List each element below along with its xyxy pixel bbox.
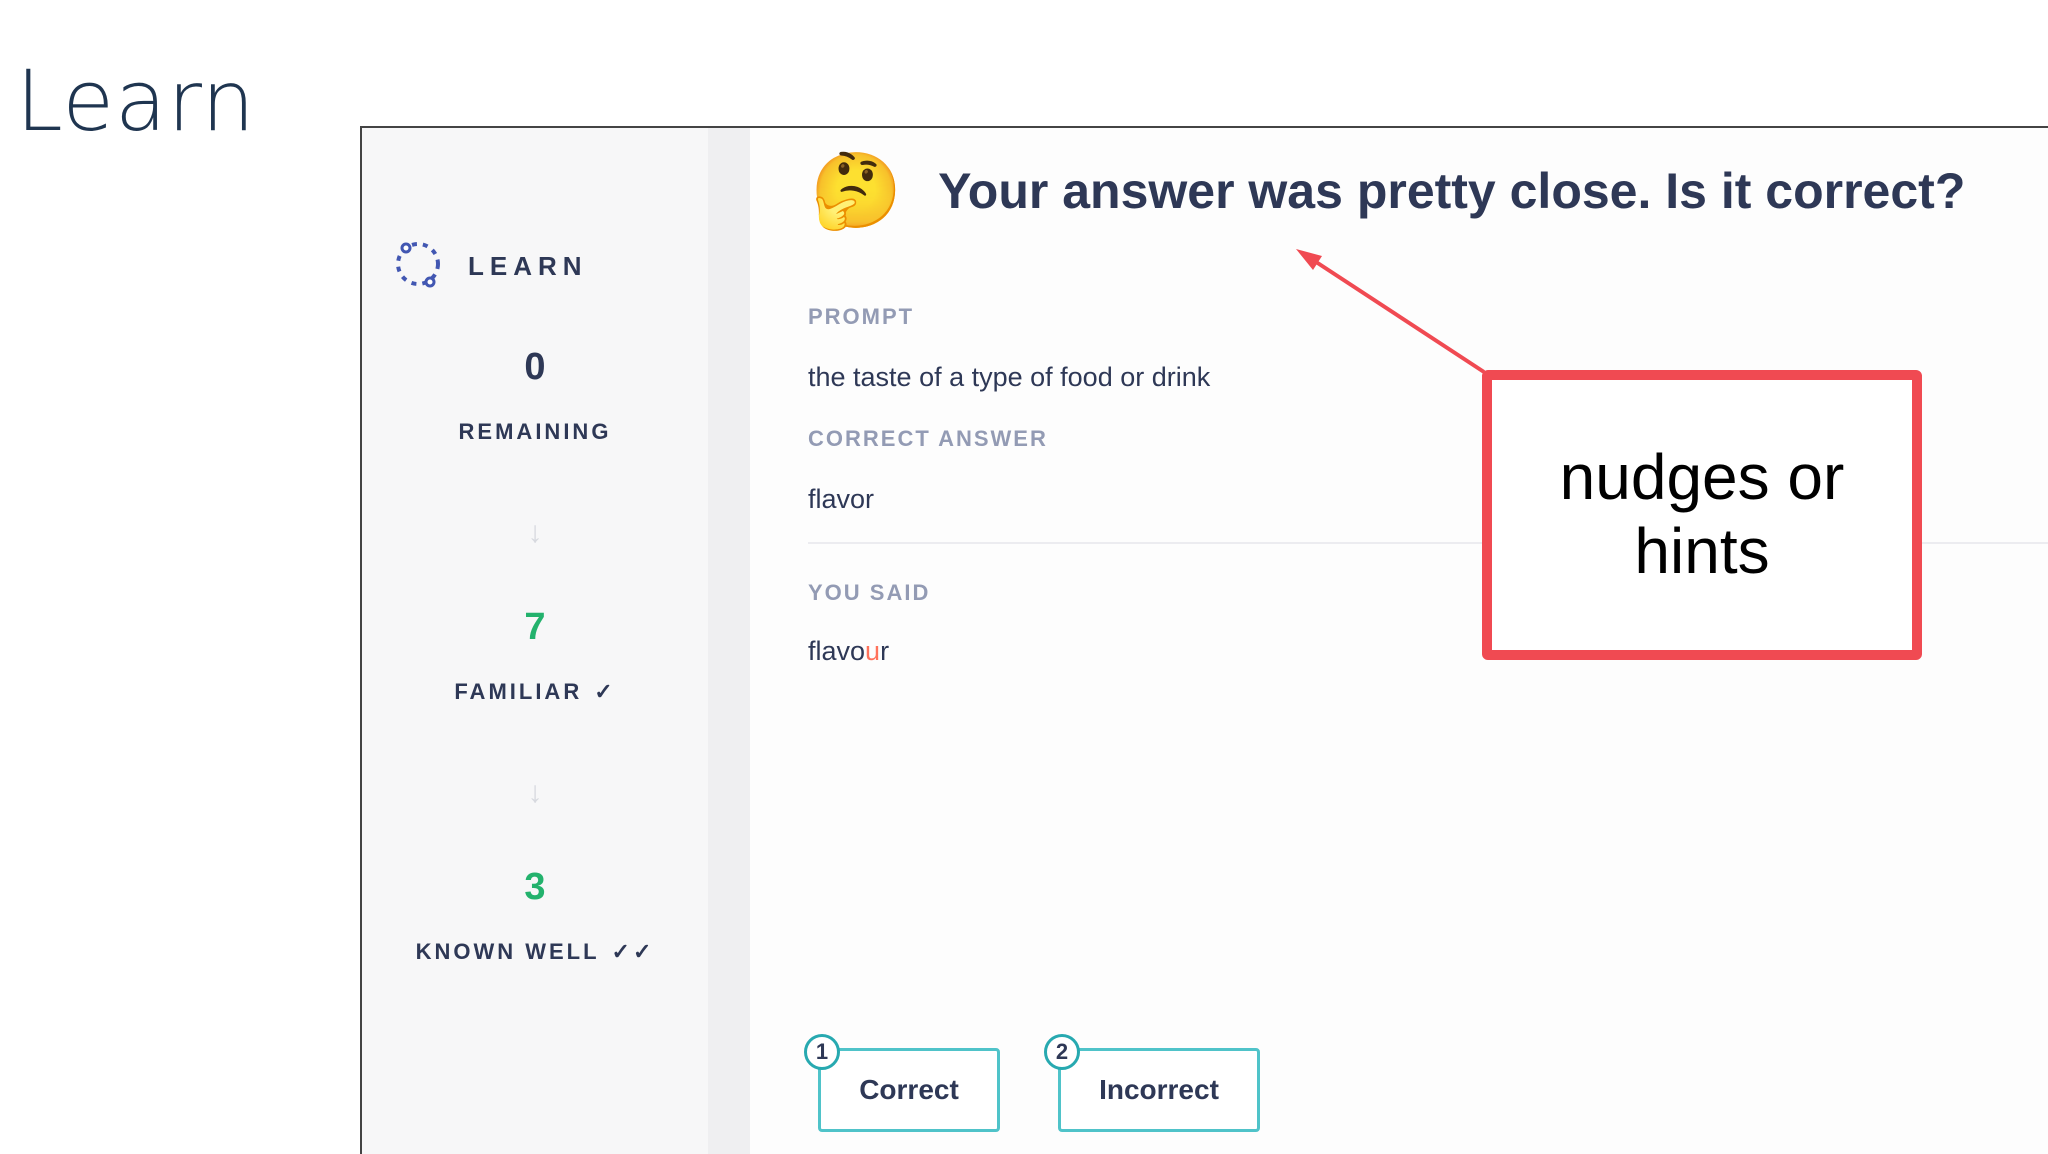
- slide-title: Learn: [16, 52, 256, 150]
- prompt-text: the taste of a type of food or drink: [808, 362, 1211, 392]
- learn-mode-label: LEARN: [468, 251, 588, 281]
- feedback-header: 🤔 Your answer was pretty close. Is it co…: [810, 154, 1965, 228]
- arrow-down-icon: ↓: [527, 776, 543, 809]
- arrow-down-icon: ↓: [527, 516, 543, 549]
- remaining-label: REMAINING: [458, 419, 612, 444]
- familiar-stat: 7 FAMILIAR ✓: [362, 606, 708, 705]
- prompt-label: PROMPT: [808, 304, 915, 329]
- incorrect-button[interactable]: Incorrect: [1058, 1048, 1260, 1132]
- familiar-label: FAMILIAR: [454, 679, 583, 704]
- learn-mode-header: LEARN: [390, 236, 588, 297]
- check-icon: ✓: [594, 679, 616, 704]
- remaining-stat: 0 REMAINING: [362, 346, 708, 445]
- incorrect-button-label: Incorrect: [1099, 1074, 1219, 1105]
- remaining-count: 0: [524, 346, 546, 388]
- annotation-callout: nudges or hints: [1482, 370, 1922, 660]
- double-check-icon: ✓✓: [611, 939, 655, 964]
- sidebar-gutter: [708, 128, 750, 1154]
- known-well-label: KNOWN WELL: [415, 939, 600, 964]
- you-said-suffix: r: [880, 636, 890, 666]
- feedback-headline: Your answer was pretty close. Is it corr…: [938, 163, 1966, 219]
- annotation-text: nudges or hints: [1559, 441, 1845, 587]
- dotted-circle-icon: [390, 236, 446, 297]
- you-said-difference: u: [865, 636, 881, 666]
- correct-button[interactable]: Correct: [818, 1048, 1000, 1132]
- you-said-text: flavour: [808, 636, 889, 667]
- known-well-count: 3: [524, 866, 546, 908]
- you-said-label: YOU SAID: [808, 580, 931, 605]
- known-well-stat: 3 KNOWN WELL ✓✓: [362, 866, 708, 965]
- correct-button-label: Correct: [859, 1074, 959, 1105]
- shortcut-badge-1: 1: [804, 1034, 840, 1070]
- you-said-prefix: flavo: [808, 636, 866, 666]
- shortcut-badge-2: 2: [1044, 1034, 1080, 1070]
- progress-sidebar: LEARN 0 REMAINING ↓ 7 FAMILIAR ✓ ↓ 3 KNO…: [362, 128, 708, 1154]
- correct-answer-text: flavor: [808, 484, 875, 514]
- thinking-face-icon: 🤔: [810, 149, 903, 232]
- familiar-count: 7: [524, 606, 546, 648]
- correct-answer-label: CORRECT ANSWER: [808, 426, 1048, 451]
